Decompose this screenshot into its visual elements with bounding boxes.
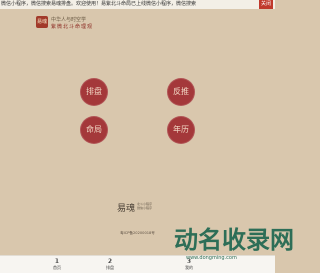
tab-home[interactable]: 𝟭 首页: [37, 258, 77, 271]
fantui-button[interactable]: 反推: [167, 78, 195, 106]
notice-bar: 微信小程序，微信搜索易魂排盘。欢迎使用！易紫北斗命局已上线微信小程序，微信搜索 …: [0, 0, 275, 9]
logo-subtitle: 紫微北斗命理观: [51, 24, 94, 30]
brand-sub-line2: 微信小程序: [137, 206, 153, 210]
brand-logo: 易魂 北斗小程序 微信小程序: [117, 201, 161, 215]
brand-name: 易魂: [117, 204, 136, 214]
close-button[interactable]: 关闭: [259, 0, 273, 9]
tab-paipan-label: 排盘: [106, 265, 114, 270]
notice-text: 微信小程序，微信搜索易魂排盘。欢迎使用！易紫北斗命局已上线微信小程序，微信搜索: [1, 1, 197, 7]
logo-seal-icon: 易魂: [36, 16, 48, 28]
nianli-button[interactable]: 年历: [167, 116, 195, 144]
tab-home-label: 首页: [53, 265, 61, 270]
home-icon: 𝟭: [54, 258, 60, 265]
watermark-url: www.dongming.com: [186, 255, 237, 261]
mingju-button[interactable]: 命局: [80, 116, 108, 144]
tab-paipan[interactable]: 𝟮 排盘: [90, 258, 130, 271]
logo-tagline: 中华人与时空学: [51, 17, 87, 23]
paipan-button[interactable]: 排盘: [80, 78, 108, 106]
watermark: 动名收录网 www.dongming.com: [174, 226, 294, 272]
brand-sub: 北斗小程序 微信小程序: [137, 202, 152, 210]
watermark-text: 动名收录网: [174, 226, 294, 254]
chart-icon: 𝟮: [107, 258, 113, 265]
